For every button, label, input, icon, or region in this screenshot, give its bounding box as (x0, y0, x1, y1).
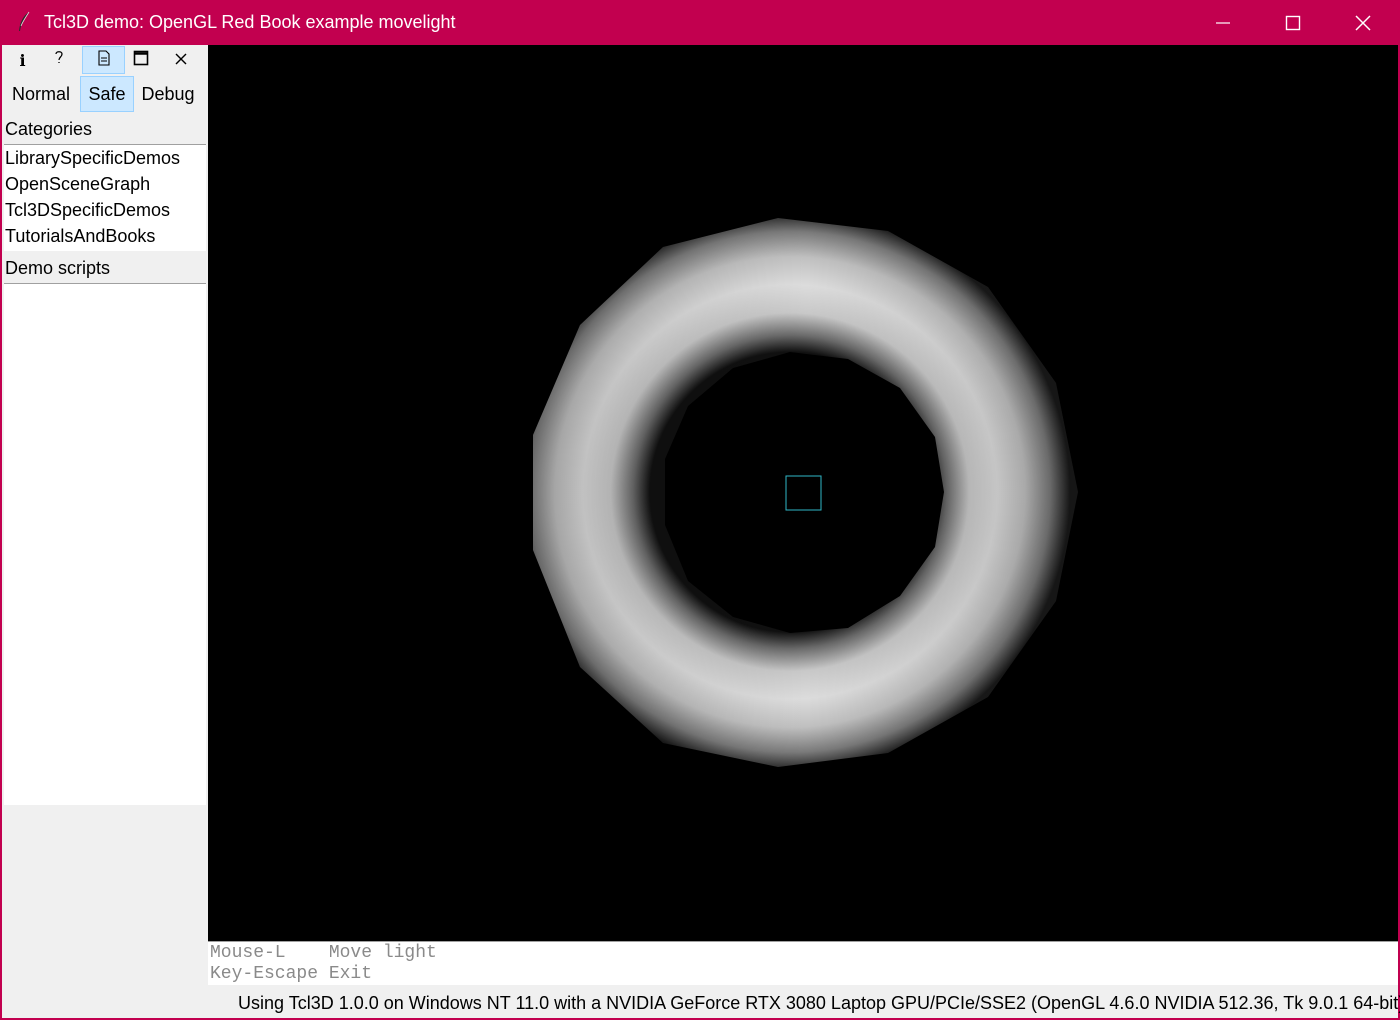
exit-button[interactable] (160, 46, 201, 74)
mode-normal-button[interactable]: Normal (6, 76, 76, 112)
client-area: i Normal Safe Debug Categories LibrarySp… (2, 45, 1400, 1018)
title-bar[interactable]: Tcl3D demo: OpenGL Red Book example move… (0, 0, 1400, 45)
maximize-button[interactable] (1258, 0, 1328, 45)
source-view-button[interactable] (82, 46, 125, 74)
categories-label: Categories (5, 119, 93, 139)
document-icon (97, 50, 111, 70)
status-text: Using Tcl3D 1.0.0 on Windows NT 11.0 wit… (238, 993, 1400, 1013)
torus-render (533, 218, 1078, 767)
maximize-icon (1285, 15, 1301, 31)
toolbar: i (2, 45, 208, 75)
help-icon (53, 49, 65, 71)
category-item[interactable]: LibrarySpecificDemos (4, 145, 206, 171)
mode-safe-button[interactable]: Safe (80, 76, 134, 112)
category-item[interactable]: OpenSceneGraph (4, 171, 206, 197)
minimize-button[interactable] (1188, 0, 1258, 45)
categories-list[interactable]: LibrarySpecificDemos OpenSceneGraph Tcl3DS… (4, 144, 206, 251)
mode-debug-button[interactable]: Debug (138, 76, 198, 112)
help-button[interactable] (38, 46, 79, 74)
window-icon (133, 50, 149, 70)
opengl-canvas[interactable] (208, 45, 1398, 941)
close-window-button[interactable] (1328, 0, 1398, 45)
close-icon (174, 51, 188, 70)
info-text-area: Mouse-L Move light Key-Escape Exit (208, 941, 1398, 985)
info-line-escape: Key-Escape Exit (210, 964, 373, 984)
demo-scripts-list[interactable] (4, 283, 206, 805)
category-item[interactable]: Tcl3DSpecificDemos (4, 197, 206, 223)
app-window: Tcl3D demo: OpenGL Red Book example move… (0, 0, 1400, 1020)
window-button[interactable] (120, 46, 161, 74)
demo-scripts-label: Demo scripts (5, 258, 111, 278)
category-item[interactable]: TutorialsAndBooks (4, 223, 206, 249)
feather-icon (14, 11, 34, 33)
mode-selector: Normal Safe Debug (2, 75, 208, 113)
status-bar: Using Tcl3D 1.0.0 on Windows NT 11.0 wit… (208, 989, 1400, 1018)
minimize-icon (1215, 15, 1231, 31)
info-icon: i (19, 50, 26, 70)
light-position-marker[interactable] (785, 475, 822, 511)
info-line-mouse: Mouse-L Move light (210, 943, 437, 963)
left-panel: i Normal Safe Debug Categories LibrarySp… (2, 45, 208, 941)
window-title: Tcl3D demo: OpenGL Red Book example move… (44, 12, 456, 32)
info-button[interactable]: i (2, 46, 43, 74)
close-icon (1354, 14, 1372, 32)
torus (533, 218, 1078, 767)
